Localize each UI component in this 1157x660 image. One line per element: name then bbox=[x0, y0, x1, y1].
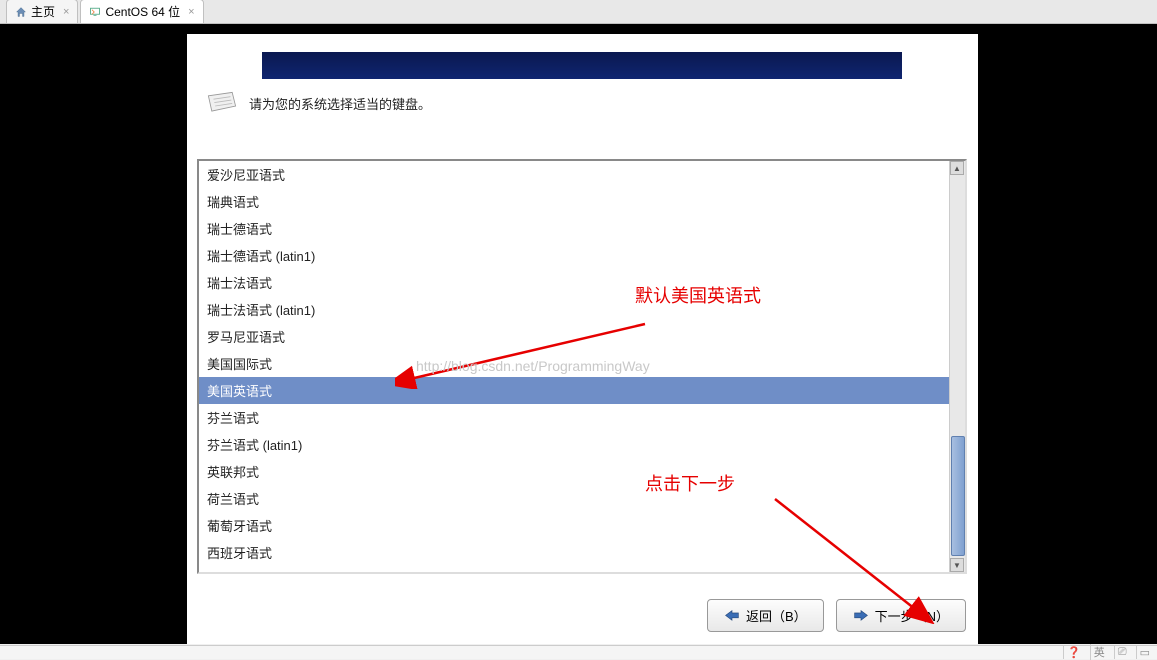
close-icon[interactable]: × bbox=[63, 6, 69, 18]
back-button-label: 返回（B） bbox=[746, 606, 807, 625]
list-item[interactable]: 美国英语式 bbox=[199, 377, 949, 404]
list-item[interactable]: 爱沙尼亚语式 bbox=[199, 161, 949, 188]
tab-bar: 主页 × CentOS 64 位 × bbox=[0, 0, 1157, 24]
installer-banner bbox=[262, 52, 902, 79]
list-item[interactable]: 阿拉伯语式 (标准) bbox=[199, 566, 949, 572]
installer-window: 请为您的系统选择适当的键盘。 爱沙尼亚语式瑞典语式瑞士德语式瑞士德语式 (lat… bbox=[187, 34, 978, 644]
list-item[interactable]: 瑞士德语式 (latin1) bbox=[199, 242, 949, 269]
next-button-label: 下一步（N） bbox=[875, 606, 949, 625]
keyboard-listbox: 爱沙尼亚语式瑞典语式瑞士德语式瑞士德语式 (latin1)瑞士法语式瑞士法语式 … bbox=[197, 159, 967, 574]
arrow-right-icon bbox=[853, 609, 869, 623]
list-item[interactable]: 美国国际式 bbox=[199, 350, 949, 377]
tab-vm-label: CentOS 64 位 bbox=[105, 3, 180, 20]
list-item[interactable]: 瑞典语式 bbox=[199, 188, 949, 215]
header-text: 请为您的系统选择适当的键盘。 bbox=[249, 94, 431, 113]
vm-viewport: 请为您的系统选择适当的键盘。 爱沙尼亚语式瑞典语式瑞士德语式瑞士德语式 (lat… bbox=[0, 24, 1157, 644]
list-item[interactable]: 葡萄牙语式 bbox=[199, 512, 949, 539]
tab-vm[interactable]: CentOS 64 位 × bbox=[80, 0, 203, 23]
list-item[interactable]: 瑞士法语式 (latin1) bbox=[199, 296, 949, 323]
keyboard-icon bbox=[205, 89, 239, 117]
arrow-left-icon bbox=[724, 609, 740, 623]
header-section: 请为您的系统选择适当的键盘。 bbox=[205, 89, 431, 117]
back-button[interactable]: 返回（B） bbox=[707, 599, 824, 632]
scroll-down-button[interactable]: ▼ bbox=[950, 558, 964, 572]
tab-home[interactable]: 主页 × bbox=[6, 0, 78, 23]
status-icon: ⎚ bbox=[1114, 646, 1130, 659]
tab-home-label: 主页 bbox=[31, 3, 55, 20]
scroll-up-button[interactable]: ▲ bbox=[950, 161, 964, 175]
list-item[interactable]: 芬兰语式 bbox=[199, 404, 949, 431]
status-bar bbox=[0, 645, 1157, 659]
status-right: ❓ 英 ⎚ ▭ bbox=[1063, 645, 1153, 659]
list-item[interactable]: 罗马尼亚语式 bbox=[199, 323, 949, 350]
button-row: 返回（B） 下一步（N） bbox=[707, 599, 966, 632]
list-item[interactable]: 西班牙语式 bbox=[199, 539, 949, 566]
list-item[interactable]: 瑞士德语式 bbox=[199, 215, 949, 242]
status-lang: 英 bbox=[1090, 644, 1108, 660]
list-item[interactable]: 芬兰语式 (latin1) bbox=[199, 431, 949, 458]
scrollbar[interactable]: ▲ ▼ bbox=[949, 161, 965, 572]
home-icon bbox=[15, 6, 27, 18]
list-item[interactable]: 瑞士法语式 bbox=[199, 269, 949, 296]
next-button[interactable]: 下一步（N） bbox=[836, 599, 966, 632]
list-item[interactable]: 荷兰语式 bbox=[199, 485, 949, 512]
close-icon[interactable]: × bbox=[188, 6, 194, 18]
list-item[interactable]: 英联邦式 bbox=[199, 458, 949, 485]
scroll-thumb[interactable] bbox=[951, 436, 965, 556]
listbox-items[interactable]: 爱沙尼亚语式瑞典语式瑞士德语式瑞士德语式 (latin1)瑞士法语式瑞士法语式 … bbox=[199, 161, 949, 572]
status-icon: ▭ bbox=[1136, 646, 1153, 659]
monitor-icon bbox=[89, 6, 101, 18]
